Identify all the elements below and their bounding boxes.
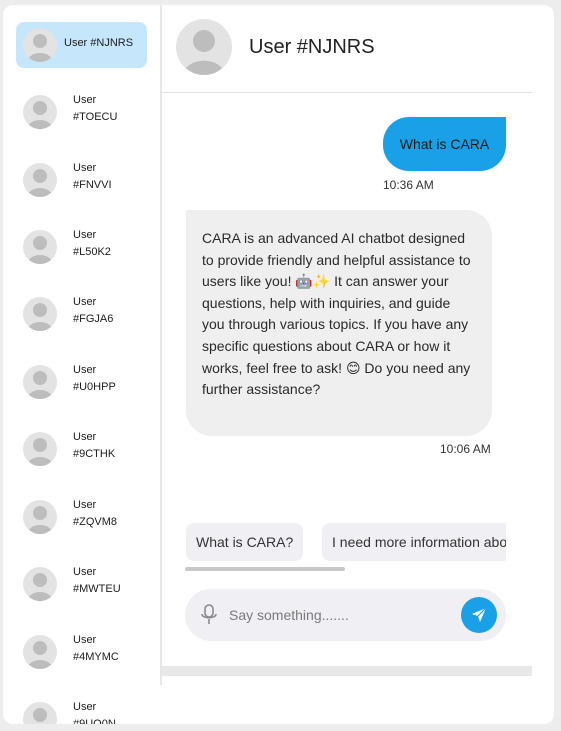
user-avatar-icon	[23, 702, 57, 724]
message-timestamp: 10:06 AM	[440, 442, 491, 456]
user-avatar-icon	[23, 432, 57, 466]
microphone-icon[interactable]	[199, 604, 219, 626]
sidebar-item-user-fnvvi[interactable]: User #FNVVI	[16, 157, 147, 203]
sidebar-item-label-line2: #L50K2	[73, 246, 111, 258]
sidebar-item-label: User #FNVVI	[73, 160, 112, 194]
sidebar-item-user-u0hpp[interactable]: User #U0HPP	[16, 359, 147, 405]
sidebar-item-label-line1: User	[73, 701, 97, 713]
sidebar-item-label-line1: User	[73, 499, 97, 511]
send-button[interactable]	[461, 597, 497, 633]
sidebar-item-label: User #9UQ0N	[73, 699, 116, 724]
sidebar-item-label: User #ZQVM8	[73, 497, 117, 531]
user-avatar-icon	[23, 230, 57, 264]
sidebar-item-label-line1: User	[73, 162, 97, 174]
user-avatar-icon	[23, 297, 57, 331]
sidebar-item-label-line2: #FGJA6	[73, 313, 114, 325]
sidebar-item-label-line1: User	[73, 94, 97, 106]
sidebar-item-user-9cthk[interactable]: User #9CTHK	[16, 426, 147, 472]
user-avatar-icon	[23, 95, 57, 129]
sidebar-item-label-line1: User	[73, 634, 97, 646]
sidebar-item-label-line1: User	[73, 229, 97, 241]
sidebar-item-label-line1: User	[73, 296, 97, 308]
app-frame: User #NJNRS User #TOECU User #FNVVI User…	[3, 5, 554, 724]
sidebar-item-label: User #MWTEU	[73, 564, 121, 598]
sidebar-item-user-mwteu[interactable]: User #MWTEU	[16, 561, 147, 607]
sidebar-item-user-njnrs[interactable]: User #NJNRS	[16, 22, 147, 68]
sidebar-item-label-line1: User	[73, 566, 97, 578]
sidebar-item-label-line2: #MWTEU	[73, 583, 121, 595]
suggestion-chip[interactable]: I need more information about CARA	[322, 523, 506, 561]
suggestion-chips: What is CARA? I need more information ab…	[186, 523, 506, 561]
sidebar-item-label: User #L50K2	[73, 227, 111, 261]
sidebar-item-label: User #4MYMC	[73, 632, 119, 666]
suggestion-chip[interactable]: What is CARA?	[186, 523, 304, 561]
sidebar-item-user-fgja6[interactable]: User #FGJA6	[16, 291, 147, 337]
sidebar-item-label-line2: #U0HPP	[73, 381, 116, 393]
sidebar-item-label-line2: #TOECU	[73, 111, 118, 123]
user-avatar-icon	[23, 635, 57, 669]
user-message-bubble: What is CARA	[383, 117, 506, 171]
chat-header: User #NJNRS	[162, 5, 532, 93]
message-input[interactable]	[229, 599, 449, 631]
send-icon	[472, 607, 487, 622]
sidebar-item-user-4mymc[interactable]: User #4MYMC	[16, 629, 147, 675]
suggestions-scrollbar[interactable]	[185, 567, 345, 571]
chat-bottom-bar	[162, 666, 532, 676]
sidebar-item-user-l50k2[interactable]: User #L50K2	[16, 224, 147, 270]
sidebar-item-label-line2: #FNVVI	[73, 179, 112, 191]
sidebar-item-label-line1: User	[73, 364, 97, 376]
sidebar-item-label: User #NJNRS	[64, 37, 134, 49]
message-composer	[185, 589, 506, 641]
chat-title: User #NJNRS	[249, 36, 375, 58]
conversation-sidebar: User #NJNRS User #TOECU User #FNVVI User…	[3, 5, 160, 724]
user-avatar-icon	[23, 500, 57, 534]
sidebar-item-user-9uq0n[interactable]: User #9UQ0N	[16, 696, 147, 724]
sidebar-item-label: User #U0HPP	[73, 362, 116, 396]
sidebar-item-label: User #FGJA6	[73, 294, 113, 328]
sidebar-item-label-line2: #9UQ0N	[73, 718, 116, 724]
sidebar-item-label: User #TOECU	[73, 92, 117, 126]
message-timestamp: 10:36 AM	[383, 178, 434, 192]
sidebar-item-user-zqvm8[interactable]: User #ZQVM8	[16, 494, 147, 540]
user-avatar-icon	[23, 365, 57, 399]
sidebar-divider	[160, 5, 162, 685]
sidebar-item-label-line2: #4MYMC	[73, 651, 119, 663]
bot-message-text: CARA is an advanced AI chatbot designed …	[202, 230, 471, 398]
bot-message-bubble: CARA is an advanced AI chatbot designed …	[186, 210, 492, 436]
user-avatar-icon	[23, 567, 57, 601]
sidebar-item-label-line2: #9CTHK	[73, 448, 116, 460]
user-message-text: What is CARA	[399, 136, 490, 152]
user-avatar-icon	[23, 163, 57, 197]
user-avatar-icon	[23, 28, 57, 62]
sidebar-item-label-line2: #ZQVM8	[73, 516, 118, 528]
sidebar-item-label: User #9CTHK	[73, 429, 115, 463]
user-avatar-icon	[176, 19, 232, 75]
sidebar-item-label-line1: User	[73, 431, 97, 443]
sidebar-item-user-toecu[interactable]: User #TOECU	[16, 89, 147, 135]
